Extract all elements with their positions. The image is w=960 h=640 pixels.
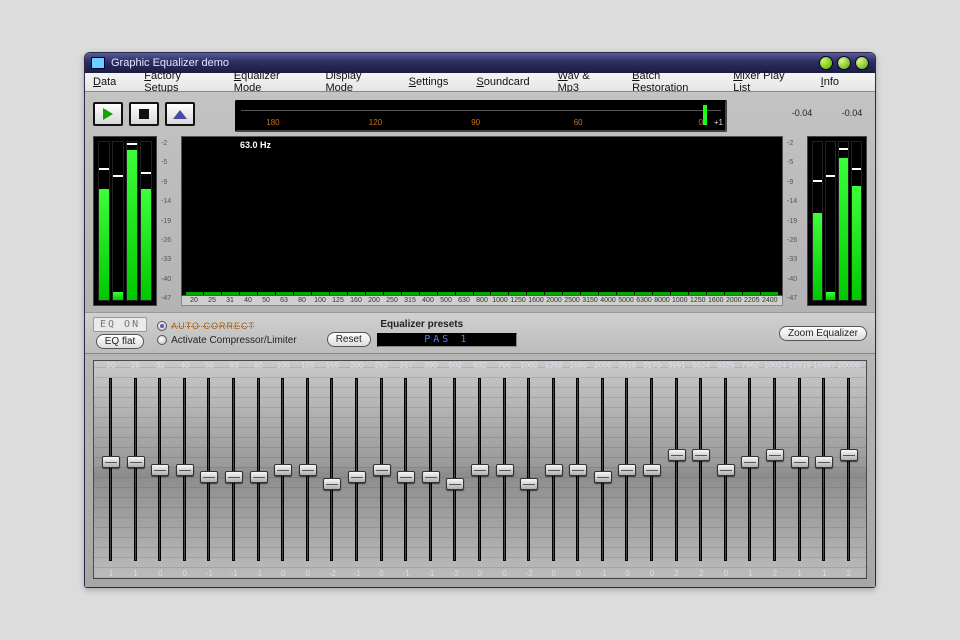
meter-scale-right: -2-5-9-14-19-26-33-40-47 bbox=[787, 136, 803, 306]
input-level-meter-right bbox=[807, 136, 867, 306]
eq-band-slider[interactable] bbox=[297, 374, 319, 565]
correlation-indicator bbox=[703, 105, 707, 125]
input-level-meter-left bbox=[93, 136, 157, 306]
eq-control-strip: EQ ON EQ flat AUTO CORRECT Activate Comp… bbox=[85, 312, 875, 354]
menu-wavmp3[interactable]: Wav & Mp3 bbox=[558, 70, 618, 94]
auto-correct-radio[interactable]: AUTO CORRECT bbox=[157, 321, 297, 331]
menu-displaymode[interactable]: Display Mode bbox=[325, 70, 394, 94]
eq-band-slider[interactable] bbox=[494, 374, 516, 565]
menu-settings[interactable]: Settings bbox=[409, 76, 463, 88]
level-bar bbox=[812, 141, 823, 301]
level-bar bbox=[851, 141, 862, 301]
peak-readout-left: -0.04 bbox=[792, 108, 813, 118]
eq-band-slider[interactable] bbox=[371, 374, 393, 565]
eq-slider-area: 2025324050638010012515920025231739950263… bbox=[85, 354, 875, 587]
eq-band-slider[interactable] bbox=[420, 374, 442, 565]
zoom-equalizer-button[interactable]: Zoom Equalizer bbox=[779, 326, 867, 341]
eq-band-slider[interactable] bbox=[543, 374, 565, 565]
eq-band-slider[interactable] bbox=[838, 374, 860, 565]
radio-icon bbox=[157, 335, 167, 345]
level-bar bbox=[98, 141, 110, 301]
menu-factory[interactable]: Factory Setups bbox=[144, 70, 220, 94]
eq-on-indicator[interactable]: EQ ON bbox=[93, 317, 147, 332]
eject-button[interactable] bbox=[165, 102, 195, 126]
eq-band-slider[interactable] bbox=[592, 374, 614, 565]
peak-readout-right: -0.04 bbox=[842, 108, 863, 118]
spectrum-hover-label: 63.0 Hz bbox=[240, 140, 271, 150]
eq-band-slider[interactable] bbox=[518, 374, 540, 565]
play-icon bbox=[103, 108, 113, 120]
spectrum-analyzer: 63.0 Hz bbox=[181, 136, 783, 296]
eject-icon bbox=[173, 110, 187, 119]
correlation-meter: 180 120 90 60 0 +1 bbox=[235, 100, 727, 132]
menubar: Data Factory Setups Equalizer Mode Displ… bbox=[85, 73, 875, 92]
eq-band-slider[interactable] bbox=[739, 374, 761, 565]
eq-slider-panel: 2025324050638010012515920025231739950263… bbox=[93, 360, 867, 579]
menu-soundcard[interactable]: Soundcard bbox=[476, 76, 543, 88]
level-bar bbox=[140, 141, 152, 301]
eq-band-slider[interactable] bbox=[198, 374, 220, 565]
eq-band-slider[interactable] bbox=[100, 374, 122, 565]
top-section: 180 120 90 60 0 +1 -0.04 -0.04 -2-5-9-14… bbox=[85, 92, 875, 312]
corr-tick: 180 bbox=[266, 118, 279, 127]
compressor-radio[interactable]: Activate Compressor/Limiter bbox=[157, 335, 297, 346]
eq-band-slider[interactable] bbox=[469, 374, 491, 565]
transport-controls bbox=[93, 98, 195, 126]
menu-info[interactable]: Info bbox=[821, 76, 853, 88]
titlebar-minimize-button[interactable] bbox=[837, 56, 851, 70]
eq-band-slider[interactable] bbox=[690, 374, 712, 565]
eq-band-slider[interactable] bbox=[346, 374, 368, 565]
eq-band-slider[interactable] bbox=[125, 374, 147, 565]
app-icon bbox=[91, 57, 105, 69]
eq-band-slider[interactable] bbox=[444, 374, 466, 565]
peak-readouts: -0.04 -0.04 bbox=[787, 98, 867, 118]
eq-flat-button[interactable]: EQ flat bbox=[96, 334, 145, 349]
eq-band-slider[interactable] bbox=[174, 374, 196, 565]
level-bar bbox=[112, 141, 124, 301]
preset-reset-button[interactable]: Reset bbox=[327, 332, 371, 347]
eq-band-slider[interactable] bbox=[223, 374, 245, 565]
preset-display[interactable]: PAS 1 bbox=[377, 333, 517, 347]
menu-batch[interactable]: Batch Restoration bbox=[632, 70, 719, 94]
stop-button[interactable] bbox=[129, 102, 159, 126]
corr-tick: +1 bbox=[714, 118, 723, 127]
presets-title: Equalizer presets bbox=[380, 319, 463, 330]
eq-band-slider[interactable] bbox=[764, 374, 786, 565]
auto-correct-label: AUTO CORRECT bbox=[171, 321, 255, 331]
corr-tick: 60 bbox=[574, 118, 583, 127]
eq-band-slider[interactable] bbox=[248, 374, 270, 565]
corr-tick: 90 bbox=[471, 118, 480, 127]
meter-scale-left: -2-5-9-14-19-26-33-40-47 bbox=[161, 136, 177, 306]
app-window: Graphic Equalizer demo Data Factory Setu… bbox=[84, 52, 876, 588]
menu-eqmode[interactable]: Equalizer Mode bbox=[234, 70, 312, 94]
eq-band-slider[interactable] bbox=[616, 374, 638, 565]
level-bar bbox=[126, 141, 138, 301]
eq-band-slider[interactable] bbox=[272, 374, 294, 565]
radio-icon bbox=[157, 321, 167, 331]
eq-band-slider[interactable] bbox=[567, 374, 589, 565]
level-bar bbox=[825, 141, 836, 301]
compressor-label: Activate Compressor/Limiter bbox=[171, 335, 297, 346]
titlebar-help-button[interactable] bbox=[819, 56, 833, 70]
eq-band-slider[interactable] bbox=[715, 374, 737, 565]
spectrum-x-axis: 2025314050638010012516020025031540050063… bbox=[181, 296, 783, 306]
eq-band-slider[interactable] bbox=[149, 374, 171, 565]
level-bar bbox=[838, 141, 849, 301]
eq-band-slider[interactable] bbox=[813, 374, 835, 565]
eq-band-slider[interactable] bbox=[321, 374, 343, 565]
titlebar-close-button[interactable] bbox=[855, 56, 869, 70]
stop-icon bbox=[139, 109, 149, 119]
eq-band-slider[interactable] bbox=[666, 374, 688, 565]
corr-tick: 120 bbox=[369, 118, 382, 127]
eq-band-slider[interactable] bbox=[395, 374, 417, 565]
eq-sliders bbox=[94, 370, 866, 569]
play-button[interactable] bbox=[93, 102, 123, 126]
slider-freq-row: 2025324050638010012515920025231739950263… bbox=[94, 361, 866, 370]
slider-value-row: 1100-1-1-100-2-10-1-1-200-200-1002201211… bbox=[94, 569, 866, 578]
menu-playlist[interactable]: Mixer Play List bbox=[733, 70, 806, 94]
eq-band-slider[interactable] bbox=[641, 374, 663, 565]
window-title: Graphic Equalizer demo bbox=[111, 57, 815, 69]
eq-band-slider[interactable] bbox=[789, 374, 811, 565]
menu-data[interactable]: Data bbox=[93, 76, 130, 88]
